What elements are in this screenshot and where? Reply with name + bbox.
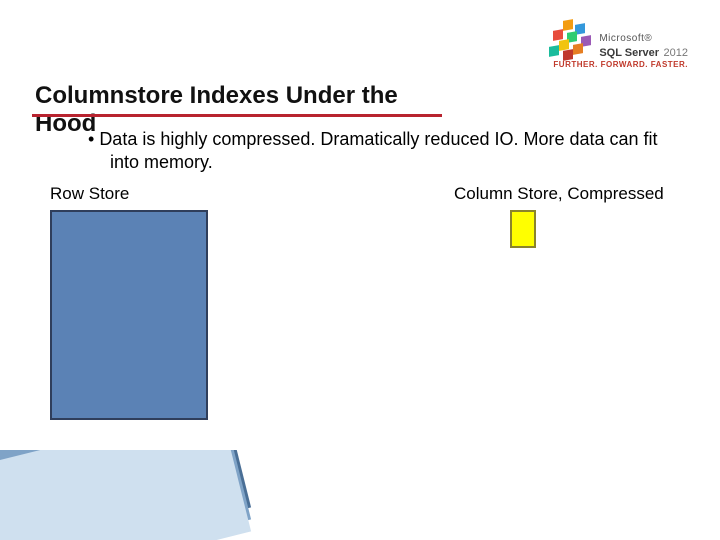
row-store-block xyxy=(50,210,208,420)
column-store-label: Column Store, Compressed xyxy=(454,184,664,204)
column-store-block xyxy=(510,210,536,248)
bullet-point: Data is highly compressed. Dramatically … xyxy=(88,128,688,173)
logo-brand: SQL Server xyxy=(599,47,659,59)
decorative-wedge xyxy=(0,450,260,540)
logo-tagline: FURTHER. FORWARD. FASTER. xyxy=(553,60,688,69)
logo-prefix: Microsoft® xyxy=(599,34,688,44)
brand-logo: Microsoft® SQL Server 2012 xyxy=(545,20,688,60)
title-underline xyxy=(32,114,442,117)
row-store-label: Row Store xyxy=(50,184,129,204)
logo-year: 2012 xyxy=(664,47,688,59)
cubes-icon xyxy=(545,20,593,60)
